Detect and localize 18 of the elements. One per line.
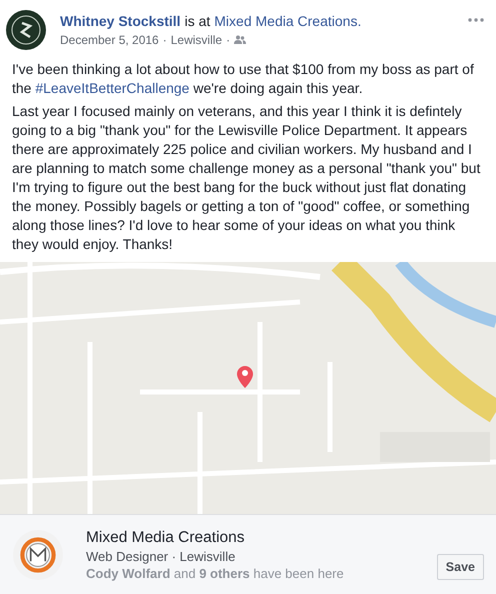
friends-icon[interactable]	[234, 35, 246, 45]
post-location[interactable]: Lewisville	[170, 33, 222, 47]
visitors-text: Cody Wolfard and 9 others have been here	[86, 566, 345, 580]
post-date[interactable]: December 5, 2016	[60, 33, 159, 47]
place-details: Web Designer · Lewisville	[86, 548, 236, 564]
place-link[interactable]: Mixed Media Creations.	[214, 13, 362, 29]
author-name[interactable]: Whitney Stockstill	[60, 13, 181, 29]
more-options-icon[interactable]	[468, 18, 484, 22]
separator-dot: ·	[226, 33, 230, 47]
post-text: I've been thinking a lot about how to use that $100 from my boss as part of the #LeaveItBetterChallenge we're doing again this year.	[12, 60, 475, 98]
separator-dot: ·	[162, 33, 167, 47]
checkin-text: is at	[184, 13, 210, 29]
place-name[interactable]: Mixed Media Creations	[86, 528, 437, 546]
post-text: Last year I focused mainly on veterans, and this year I think it is defintely going to a big "thank you" for the Lewisville Police Department. It appears there are approximately 225 police and civilian workers. My husband and I are planning to match some challenge money as a personal "thank you" but I'm trying to figure out the best bang for the buck without just flat donating the money. Possibly bagels or getting a ton of "good" coffee, or something along those lines? I'd love to hear some of your ideas on what you think they would enjoy. Thanks!	[12, 102, 482, 254]
hashtag-link[interactable]: #LeaveItBetterChallenge	[35, 80, 190, 96]
logo-icon[interactable]	[12, 528, 64, 580]
avatar-icon[interactable]	[6, 10, 46, 50]
save-button[interactable]: Save	[436, 554, 484, 580]
